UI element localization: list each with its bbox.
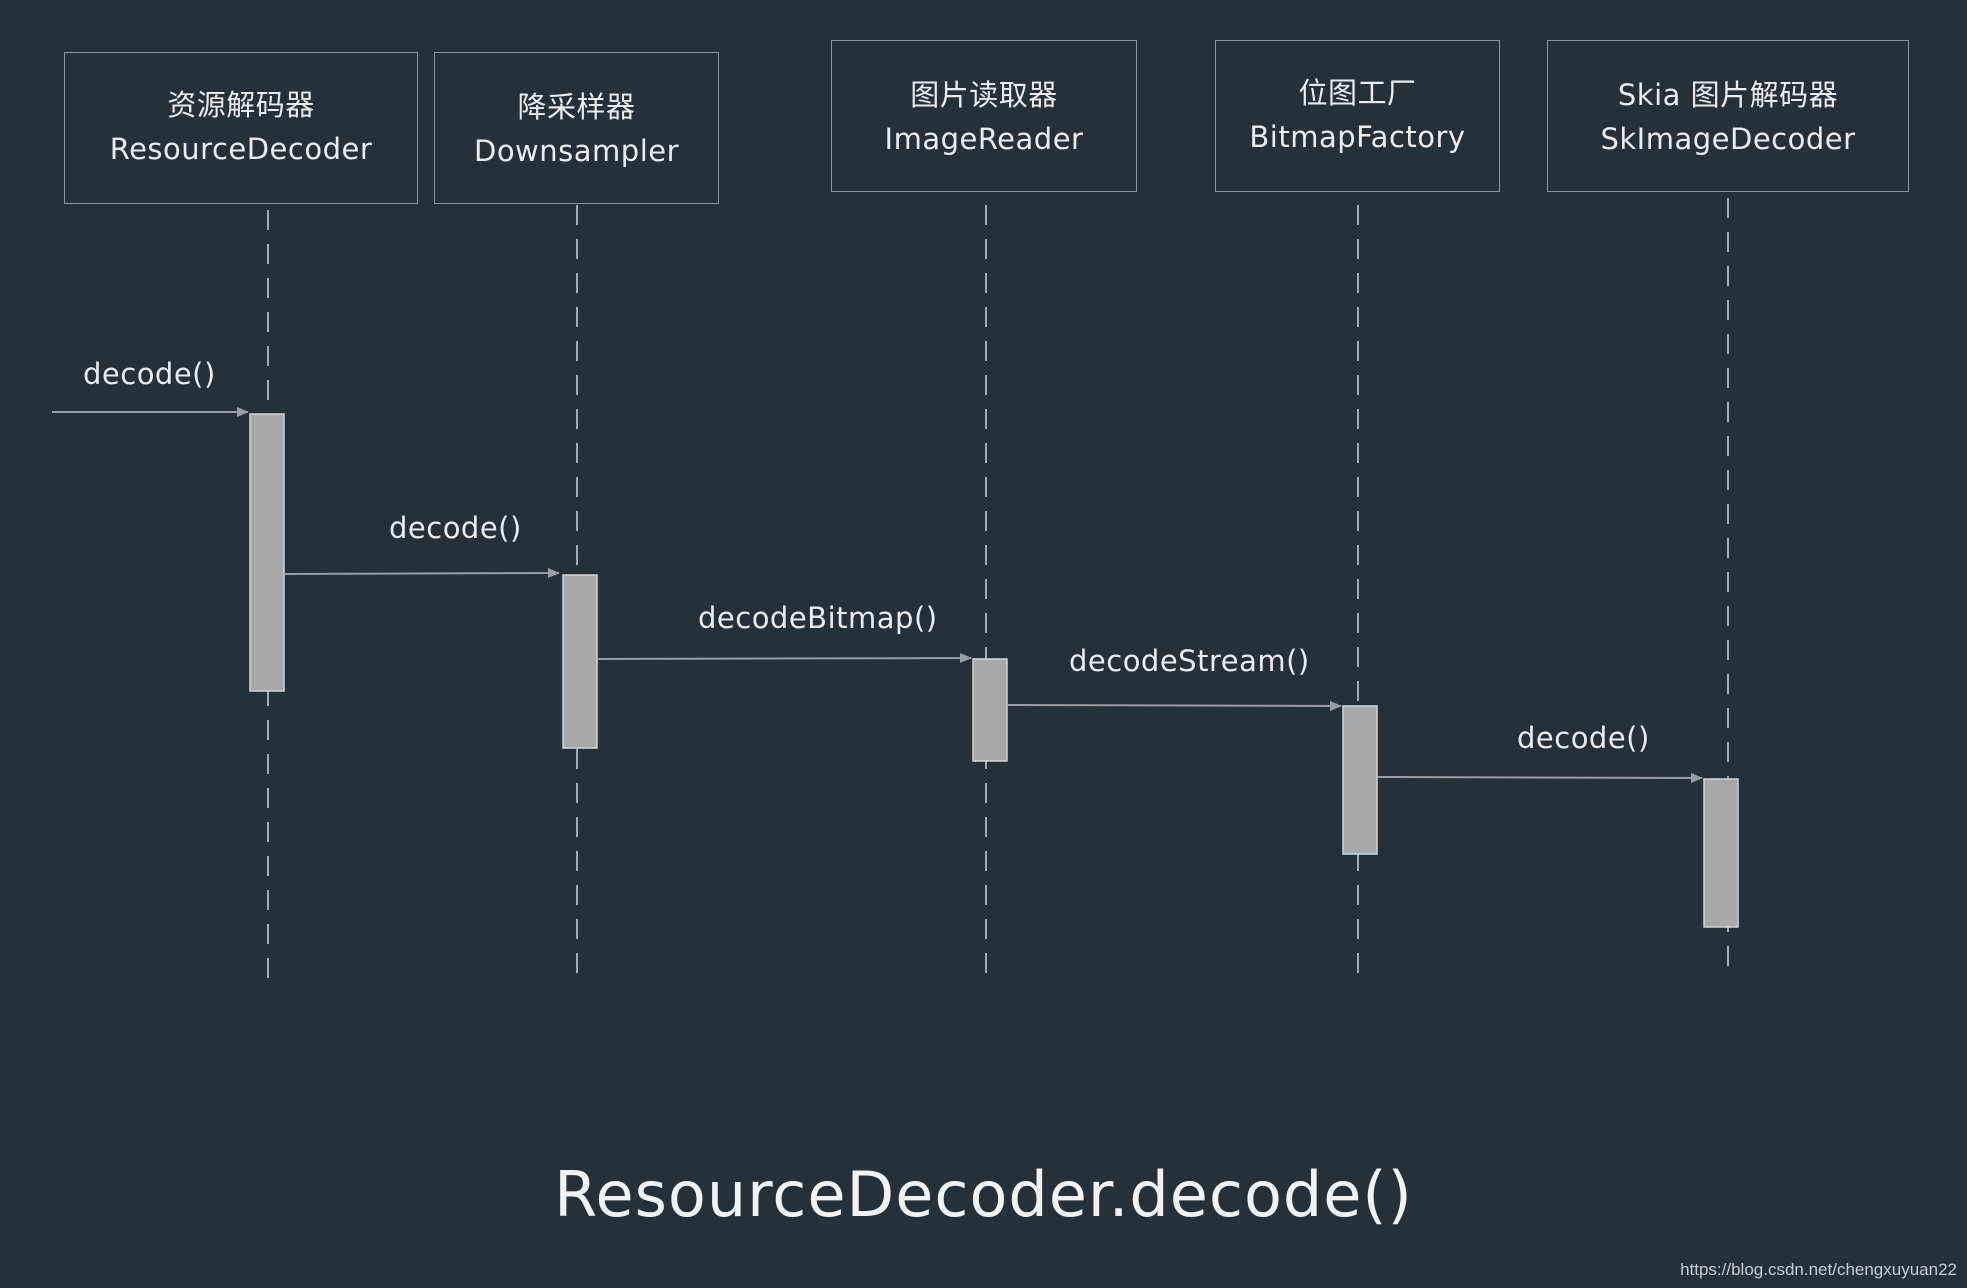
message-label-3: decodeBitmap() bbox=[698, 601, 938, 635]
message-arrow-5 bbox=[1377, 772, 1703, 783]
sequence-diagram-canvas bbox=[52, 198, 1739, 990]
message-label-2: decode() bbox=[389, 511, 522, 545]
activation-bar-resource-decoder bbox=[249, 413, 285, 692]
message-arrow-2 bbox=[284, 568, 560, 579]
activation-bar-downsampler bbox=[562, 574, 598, 749]
diagram-caption: ResourceDecoder.decode() bbox=[554, 1158, 1413, 1231]
activation-bar-bitmap-factory bbox=[1342, 705, 1378, 855]
message-arrow-4 bbox=[1007, 700, 1342, 711]
watermark-url: https://blog.csdn.net/chengxuyuan22 bbox=[1680, 1260, 1957, 1279]
activation-bar-image-reader bbox=[972, 658, 1008, 762]
message-label-1: decode() bbox=[83, 357, 216, 391]
message-label-5: decode() bbox=[1517, 721, 1650, 755]
activation-bar-sk-image-decoder bbox=[1703, 778, 1739, 928]
message-label-4: decodeStream() bbox=[1069, 644, 1310, 678]
message-arrow-3 bbox=[597, 653, 972, 664]
